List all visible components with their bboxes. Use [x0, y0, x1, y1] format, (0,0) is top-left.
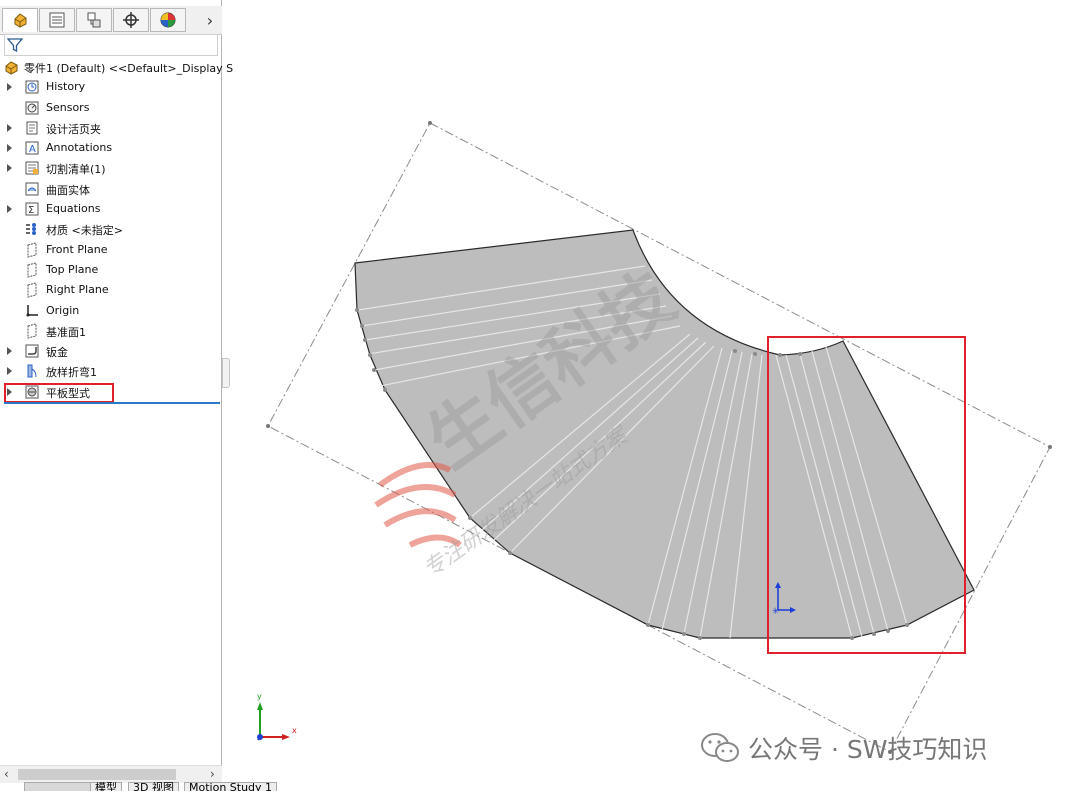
reference-triad: y x: [257, 692, 297, 741]
tab-feature-manager[interactable]: [2, 8, 38, 32]
highlight-box-flat-pattern: [4, 383, 114, 403]
tab-blank[interactable]: [24, 782, 92, 791]
svg-text:A: A: [29, 144, 36, 155]
tree-item-material[interactable]: 材质 <未指定>: [0, 219, 222, 239]
tab-model[interactable]: 模型: [90, 782, 122, 791]
tree-item-surface-bodies[interactable]: 曲面实体: [0, 179, 222, 199]
sensors-icon: [25, 101, 39, 115]
expand-arrow-icon[interactable]: [7, 164, 12, 173]
tree-item-label: Sensors: [46, 100, 90, 114]
tree-item-history[interactable]: History: [0, 77, 222, 97]
sketch-point: [428, 121, 432, 125]
scroll-left-icon[interactable]: ‹: [4, 767, 9, 781]
horizontal-scrollbar[interactable]: ‹ ›: [0, 765, 222, 783]
filter-icon: [7, 38, 23, 53]
tree-filter-input[interactable]: [4, 34, 218, 56]
expand-arrow-icon[interactable]: [7, 83, 12, 92]
tab-configuration-manager[interactable]: [76, 8, 112, 32]
tab-dimxpert-manager[interactable]: [113, 8, 149, 32]
tree-item-label: 材质 <未指定>: [46, 224, 123, 238]
chevron-right-icon[interactable]: ›: [200, 10, 220, 30]
tree-item-label: Top Plane: [46, 262, 99, 276]
tree-item-label: 切割清单(1): [46, 163, 106, 177]
svg-text:✳: ✳: [772, 607, 780, 617]
svg-text:Σ: Σ: [28, 205, 34, 216]
origin-icon: [26, 304, 38, 317]
triad-y-label: y: [257, 692, 262, 701]
feature-manager-panel: › 零件1 (Default) <<Default>_Display S His…: [0, 0, 233, 791]
configuration-manager-icon: [87, 12, 101, 28]
expand-arrow-icon[interactable]: [7, 347, 12, 356]
tree-item-plane[interactable]: 基准面1: [0, 321, 222, 341]
tree-item-label: Equations: [46, 202, 101, 216]
wechat-icon: [701, 733, 739, 762]
channel-watermark: 公众号 · SW技巧知识: [700, 728, 1060, 768]
tab-property-manager[interactable]: [39, 8, 75, 32]
tree-item-label: Front Plane: [46, 242, 108, 256]
tree-item-label: 设计活页夹: [46, 122, 101, 136]
expand-arrow-icon[interactable]: [7, 123, 12, 132]
design-binder-icon: [26, 121, 38, 135]
tree-item-plane[interactable]: Right Plane: [0, 280, 222, 300]
graphics-viewport[interactable]: 生信科技 专注研发解决一站式方案 ✳ y x: [223, 0, 1080, 791]
tree-root-part[interactable]: 零件1 (Default) <<Default>_Display S: [0, 57, 233, 77]
tree-item-sheet-metal[interactable]: 钣金: [0, 341, 222, 361]
tree-item-plane[interactable]: Front Plane: [0, 240, 222, 260]
sketch-point: [1048, 445, 1052, 449]
scroll-right-icon[interactable]: ›: [210, 767, 215, 781]
expand-arrow-icon[interactable]: [7, 367, 12, 376]
rollback-bar[interactable]: [4, 402, 220, 404]
plane-icon: [27, 262, 37, 278]
scrollbar-thumb[interactable]: [18, 769, 176, 780]
feature-tree: 零件1 (Default) <<Default>_Display S Histo…: [0, 57, 233, 402]
expand-arrow-icon[interactable]: [7, 205, 12, 214]
tree-item-annotations[interactable]: A Annotations: [0, 138, 222, 158]
plane-icon: [27, 282, 37, 298]
part-icon: [5, 61, 18, 75]
triad-x-label: x: [292, 726, 297, 735]
tree-item-label: Origin: [46, 303, 80, 317]
equations-icon: Σ: [25, 202, 39, 216]
tree-item-label: Annotations: [46, 141, 113, 155]
annotations-icon: A: [25, 141, 39, 155]
part-name: 零件1 (Default) <<Default>_Display S: [24, 62, 234, 75]
tree-item-lofted-bend[interactable]: 放样折弯1: [0, 361, 222, 381]
tree-item-sensors[interactable]: Sensors: [0, 98, 222, 118]
dimxpert-icon: [123, 12, 139, 28]
tab-display-manager[interactable]: [150, 8, 186, 32]
tree-item-label: 钣金: [46, 346, 68, 360]
history-icon: [25, 80, 39, 94]
material-icon: [26, 223, 36, 236]
expand-arrow-icon[interactable]: [7, 144, 12, 153]
surface-bodies-icon: [25, 182, 39, 196]
plane-icon: [27, 323, 37, 339]
tree-item-label: 基准面1: [46, 325, 86, 339]
tree-item-design-binder[interactable]: 设计活页夹: [0, 118, 222, 138]
plane-icon: [27, 242, 37, 258]
display-manager-icon: [160, 12, 176, 28]
tree-item-label: History: [46, 80, 86, 94]
sketch-point: [266, 424, 270, 428]
panel-tab-bar: ›: [0, 6, 222, 35]
tree-item-plane[interactable]: Top Plane: [0, 260, 222, 280]
tree-item-cut-list[interactable]: 切割清单(1): [0, 158, 222, 178]
tab-3d-views[interactable]: 3D 视图: [128, 782, 179, 791]
tree-item-label: 曲面实体: [46, 183, 90, 197]
tree-item-label: 放样折弯1: [46, 366, 97, 380]
model-canvas[interactable]: 生信科技 专注研发解决一站式方案 ✳ y x: [223, 0, 1080, 791]
feature-manager-icon: [14, 13, 27, 28]
property-manager-icon: [49, 12, 65, 28]
lofted-bend-icon: [27, 364, 37, 378]
tree-item-origin[interactable]: Origin: [0, 301, 222, 321]
tree-item-label: Right Plane: [46, 283, 109, 297]
sheet-metal-icon: [25, 344, 39, 358]
cut-list-icon: [25, 161, 39, 175]
tree-item-equations[interactable]: Σ Equations: [0, 199, 222, 219]
channel-name: 公众号 · SW技巧知识: [748, 735, 988, 764]
